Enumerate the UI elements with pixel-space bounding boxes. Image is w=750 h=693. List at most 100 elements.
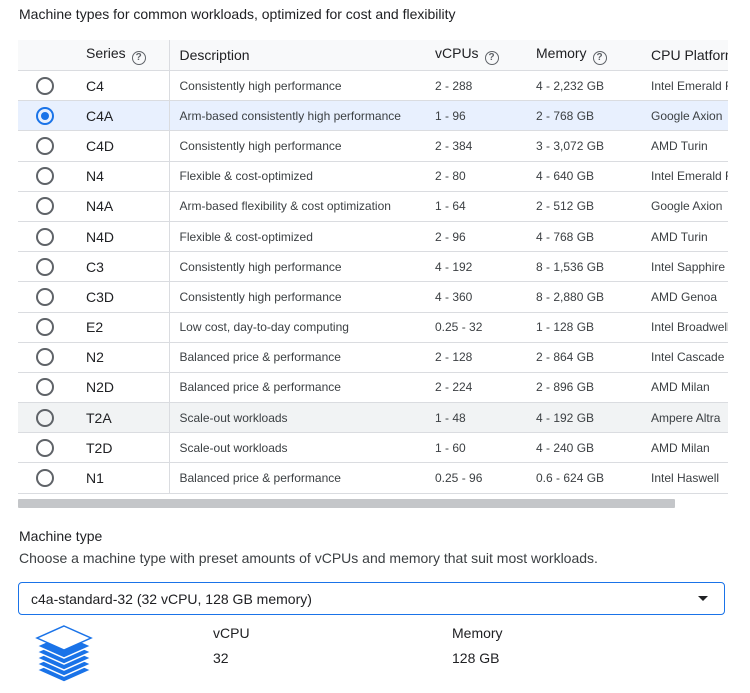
description-cell: Flexible & cost-optimized [169, 221, 425, 253]
series-radio-n2d[interactable] [36, 378, 54, 397]
series-radio-n4d[interactable] [36, 227, 54, 246]
header-memory-label: Memory [536, 45, 587, 61]
header-vcpus[interactable]: vCPUs? [425, 40, 526, 71]
vcpus-cell: 1 - 60 [425, 432, 526, 464]
table-row[interactable]: N4A Arm-based flexibility & cost optimiza… [18, 191, 728, 222]
description-cell: Consistently high performance [169, 281, 425, 313]
series-cell: C4 [74, 70, 170, 102]
help-icon[interactable]: ? [131, 51, 146, 65]
vcpus-cell: 0.25 - 96 [425, 462, 526, 494]
description-cell: Arm-based flexibility & cost optimizatio… [169, 191, 425, 222]
vcpus-cell: 2 - 384 [425, 130, 526, 162]
description-cell: Consistently high performance [169, 130, 425, 162]
machine-type-label: Machine type [19, 528, 103, 544]
series-cell: N4D [74, 221, 170, 253]
radio-cell [18, 221, 74, 253]
series-cell: N4 [74, 161, 170, 192]
series-radio-t2a[interactable] [36, 408, 54, 427]
description-cell: Consistently high performance [169, 251, 425, 283]
series-cell: N2D [74, 372, 170, 404]
cpu-platform-cell: Intel Cascade Lake [641, 342, 728, 373]
header-description: Description [169, 40, 425, 71]
header-series-label: Series [86, 45, 126, 61]
description-cell: Scale-out workloads [169, 432, 425, 464]
table-row[interactable]: N2D Balanced price & performance 2 - 224 2 … [18, 372, 728, 404]
header-cpu-platform: CPU Platform [641, 40, 728, 71]
series-cell: C4D [74, 130, 170, 162]
table-row[interactable]: E2 Low cost, day-to-day computing 0.25 - 3… [18, 312, 728, 343]
radio-cell [18, 432, 74, 464]
header-radio [18, 40, 74, 71]
cpu-platform-cell: Google Axion [641, 191, 728, 222]
radio-cell [18, 70, 74, 102]
table-row[interactable]: T2D Scale-out workloads 1 - 60 4 - 240 GB AM… [18, 432, 728, 464]
cpu-platform-cell: Intel Emerald Rapids [641, 70, 728, 102]
vcpus-cell: 2 - 224 [425, 372, 526, 404]
machine-series-table-container[interactable]: Series? Description vCPUs? Memory? CPU P… [18, 40, 728, 494]
series-radio-c4a[interactable] [36, 106, 54, 125]
description-cell: Balanced price & performance [169, 372, 425, 404]
series-radio-t2d[interactable] [36, 438, 54, 457]
cpu-platform-cell: Intel Sapphire Rapids [641, 251, 728, 283]
horizontal-scrollbar[interactable] [18, 499, 675, 508]
radio-cell [18, 191, 74, 222]
table-row[interactable]: C4A Arm-based consistently high performan… [18, 100, 728, 132]
series-radio-n2[interactable] [36, 348, 54, 367]
vcpus-cell: 2 - 80 [425, 161, 526, 192]
series-radio-c4d[interactable] [36, 136, 54, 155]
cpu-platform-cell: AMD Milan [641, 432, 728, 464]
vcpus-cell: 1 - 48 [425, 402, 526, 434]
series-radio-n1[interactable] [36, 469, 54, 488]
table-row[interactable]: C4 Consistently high performance 2 - 288 4 … [18, 70, 728, 102]
vcpus-cell: 2 - 128 [425, 342, 526, 373]
memory-cell: 4 - 2,232 GB [526, 70, 641, 102]
section-heading: Machine types for common workloads, opti… [19, 6, 456, 22]
table-row[interactable]: C3 Consistently high performance 4 - 192 8 … [18, 251, 728, 283]
table-row[interactable]: C4D Consistently high performance 2 - 384 3… [18, 130, 728, 162]
series-cell: T2D [74, 432, 170, 464]
cpu-platform-cell: Intel Haswell [641, 462, 728, 494]
series-cell: E2 [74, 312, 170, 343]
table-row[interactable]: N1 Balanced price & performance 0.25 - 96 0… [18, 462, 728, 494]
table-row[interactable]: N2 Balanced price & performance 2 - 128 2 -… [18, 342, 728, 373]
series-radio-n4a[interactable] [36, 197, 54, 216]
vcpus-cell: 4 - 360 [425, 281, 526, 313]
series-cell: C4A [74, 100, 170, 132]
memory-cell: 2 - 512 GB [526, 191, 641, 222]
radio-cell [18, 342, 74, 373]
table-row[interactable]: N4D Flexible & cost-optimized 2 - 96 4 - 76… [18, 221, 728, 253]
series-cell: N1 [74, 462, 170, 494]
header-series[interactable]: Series? [74, 40, 170, 71]
radio-cell [18, 402, 74, 434]
series-radio-e2[interactable] [36, 318, 54, 337]
machine-type-select[interactable]: c4a-standard-32 (32 vCPU, 128 GB memory) [18, 582, 725, 615]
cpu-platform-cell: AMD Turin [641, 221, 728, 253]
vcpu-value: 32 [213, 650, 229, 666]
header-memory[interactable]: Memory? [526, 40, 641, 71]
memory-value: 128 GB [452, 650, 500, 666]
help-icon[interactable]: ? [592, 51, 607, 65]
memory-label: Memory [452, 625, 503, 641]
cpu-platform-cell: AMD Turin [641, 130, 728, 162]
description-cell: Balanced price & performance [169, 342, 425, 373]
cpu-platform-cell: Intel Emerald Rapids [641, 161, 728, 192]
dropdown-arrow-icon[interactable] [698, 596, 708, 601]
table-row[interactable]: T2A Scale-out workloads 1 - 48 4 - 192 GB Am… [18, 402, 728, 434]
table-row[interactable]: C3D Consistently high performance 4 - 360 8… [18, 281, 728, 313]
memory-cell: 4 - 240 GB [526, 432, 641, 464]
radio-cell [18, 312, 74, 343]
memory-cell: 4 - 640 GB [526, 161, 641, 192]
memory-cell: 0.6 - 624 GB [526, 462, 641, 494]
series-radio-n4[interactable] [36, 167, 54, 186]
table-row[interactable]: N4 Flexible & cost-optimized 2 - 80 4 - 640… [18, 161, 728, 192]
series-radio-c3d[interactable] [36, 287, 54, 306]
vcpu-label: vCPU [213, 625, 250, 641]
vcpus-cell: 1 - 96 [425, 100, 526, 132]
series-radio-c4[interactable] [36, 76, 54, 95]
radio-cell [18, 462, 74, 494]
series-radio-c3[interactable] [36, 257, 54, 276]
description-cell: Low cost, day-to-day computing [169, 312, 425, 343]
radio-cell [18, 130, 74, 162]
help-icon[interactable]: ? [484, 51, 499, 65]
cpu-platform-cell: Google Axion [641, 100, 728, 132]
